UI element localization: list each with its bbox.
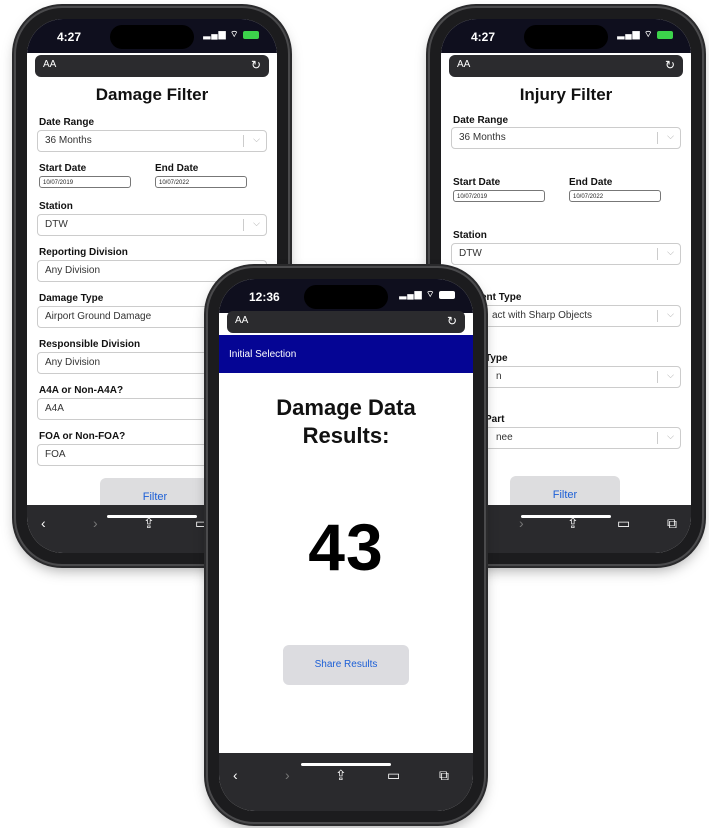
field-label: A4A or Non-A4A? (39, 385, 124, 396)
tabs-icon[interactable]: ⧉ (439, 767, 449, 784)
url-bar[interactable]: AA ↻ (35, 55, 269, 77)
field-label: Responsible Division (39, 339, 141, 350)
reload-icon[interactable]: ↻ (447, 314, 457, 328)
home-indicator (521, 515, 611, 518)
chevron-down-icon: ⌵ (667, 131, 674, 141)
body-part-select[interactable]: nee ⌵ (451, 427, 681, 449)
field-label: Date Range (453, 115, 509, 126)
results-count: 43 (308, 510, 384, 584)
text-size-button[interactable]: AA (457, 59, 470, 70)
chevron-down-icon: ⌵ (667, 431, 674, 441)
home-indicator (301, 763, 391, 766)
field-label: Damage Type (39, 293, 104, 304)
dynamic-island (110, 25, 194, 49)
field-label: Station (453, 230, 487, 241)
end-date-input[interactable]: 10/07/2022 (155, 176, 247, 188)
start-date-input[interactable]: 10/07/2019 (453, 190, 545, 202)
select-value: DTW (459, 248, 482, 259)
start-date-input[interactable]: 10/07/2019 (39, 176, 131, 188)
station-select[interactable]: DTW ⌵ (37, 214, 267, 236)
status-bar: 4:27 ▂▄▆ ⌔ (27, 19, 277, 53)
bookmarks-icon[interactable]: ▭ (195, 515, 208, 532)
field-label: FOA or Non-FOA? (39, 431, 126, 442)
chevron-down-icon: ⌵ (667, 309, 674, 319)
dynamic-island (524, 25, 608, 49)
chevron-down-icon: ⌵ (253, 134, 260, 144)
bookmarks-icon[interactable]: ▭ (617, 515, 630, 532)
initial-selection-link[interactable]: Initial Selection (229, 349, 296, 360)
reload-icon[interactable]: ↻ (251, 58, 261, 72)
dynamic-island (304, 285, 388, 309)
signal-wifi-battery-icon: ▂▄▆ ⌔ (617, 29, 673, 40)
field-label: Type (485, 353, 508, 364)
status-time: 4:27 (57, 30, 82, 44)
end-date-label: End Date (569, 177, 613, 188)
tabs-icon[interactable]: ⧉ (667, 515, 677, 532)
date-range-select[interactable]: 36 Months ⌵ (451, 127, 681, 149)
back-icon[interactable]: ‹ (233, 767, 238, 783)
status-time: 12:36 (249, 290, 280, 304)
field-label: Part (485, 414, 505, 425)
results-title: Damage Data Results: (276, 395, 416, 448)
share-results-button[interactable]: Share Results (283, 645, 409, 685)
bookmarks-icon[interactable]: ▭ (387, 767, 400, 784)
url-bar[interactable]: AA ↻ (227, 311, 465, 333)
forward-icon[interactable]: › (93, 515, 98, 531)
status-bar: 4:27 ▂▄▆ ⌔ (441, 19, 691, 53)
page-title: Injury Filter (519, 85, 613, 104)
select-value: n (496, 371, 502, 382)
phone-results: 12:36 ▂▄▆ ⌔ AA ↻ Initial Selection Damag… (208, 268, 484, 822)
page-title: Damage Filter (95, 85, 209, 104)
status-time: 4:27 (471, 30, 496, 44)
field-label: Reporting Division (39, 247, 128, 258)
field-label: ent Type (481, 292, 522, 303)
date-range-select[interactable]: 36 Months ⌵ (37, 130, 267, 152)
url-bar[interactable]: AA ↻ (449, 55, 683, 77)
end-date-input[interactable]: 10/07/2022 (569, 190, 661, 202)
field-label: Date Range (39, 117, 95, 128)
text-size-button[interactable]: AA (235, 315, 248, 326)
incident-type-select[interactable]: act with Sharp Objects ⌵ (451, 305, 681, 327)
results-screen: 12:36 ▂▄▆ ⌔ AA ↻ Initial Selection Damag… (219, 279, 473, 811)
forward-icon[interactable]: › (285, 767, 290, 783)
select-value: nee (496, 432, 513, 443)
signal-wifi-battery-icon: ▂▄▆ ⌔ (203, 29, 259, 40)
start-date-label: Start Date (453, 177, 501, 188)
text-size-button[interactable]: AA (43, 59, 56, 70)
select-value: Any Division (45, 357, 101, 368)
select-value: A4A (45, 403, 64, 414)
share-icon[interactable]: ⇪ (335, 767, 347, 784)
station-select[interactable]: DTW ⌵ (451, 243, 681, 265)
end-date-label: End Date (155, 163, 199, 174)
chevron-down-icon: ⌵ (253, 218, 260, 228)
field-label: Station (39, 201, 73, 212)
select-value: FOA (45, 449, 66, 460)
chevron-down-icon: ⌵ (667, 370, 674, 380)
reload-icon[interactable]: ↻ (665, 58, 675, 72)
chevron-down-icon: ⌵ (667, 247, 674, 257)
signal-wifi-battery-icon: ▂▄▆ ⌔ (399, 289, 455, 300)
injury-type-select[interactable]: n ⌵ (451, 366, 681, 388)
back-icon[interactable]: ‹ (41, 515, 46, 531)
status-bar: 12:36 ▂▄▆ ⌔ (219, 279, 473, 313)
start-date-label: Start Date (39, 163, 87, 174)
nav-bar: Initial Selection (219, 335, 473, 373)
home-indicator (107, 515, 197, 518)
select-value: 36 Months (45, 135, 92, 146)
select-value: 36 Months (459, 132, 506, 143)
select-value: Any Division (45, 265, 101, 276)
select-value: act with Sharp Objects (492, 310, 593, 321)
select-value: DTW (45, 219, 68, 230)
select-value: Airport Ground Damage (45, 311, 152, 322)
browser-toolbar: ‹ › ⇪ ▭ ⧉ (219, 753, 473, 811)
